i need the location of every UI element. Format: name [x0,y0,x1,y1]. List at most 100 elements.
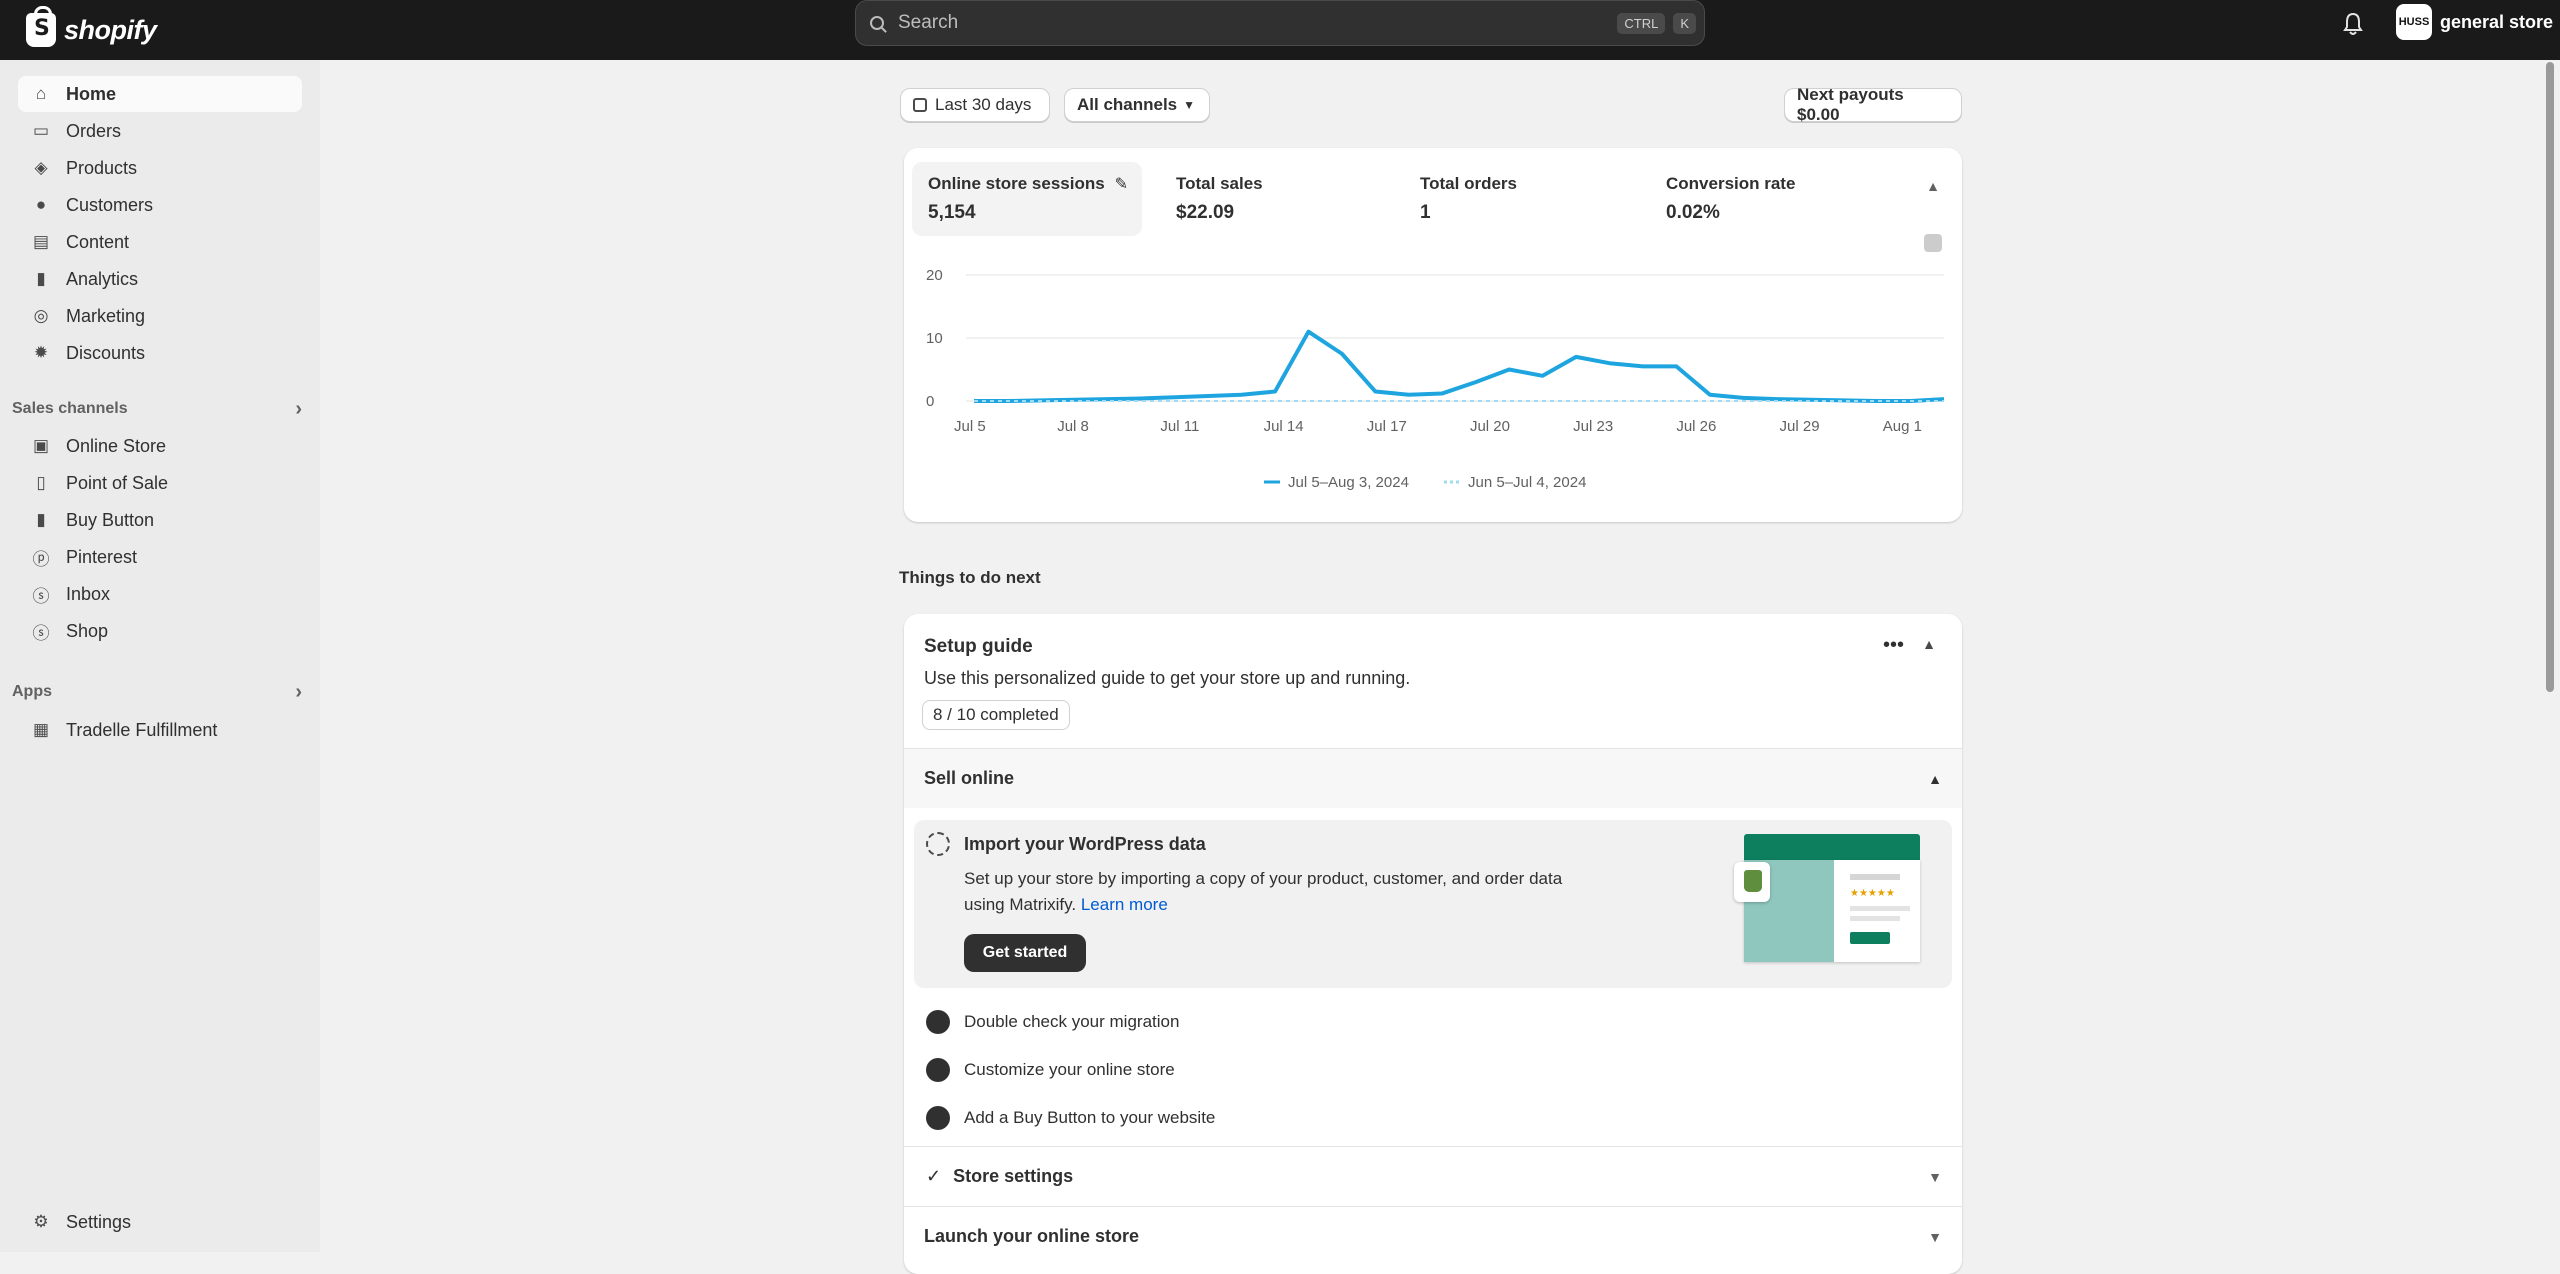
learn-more-link[interactable]: Learn more [1081,895,1168,914]
chevron-down-icon[interactable]: ▼ [1928,1229,1942,1245]
metric-label: Conversion rate [1666,174,1796,193]
metric-value: 0.02% [1666,202,1720,223]
get-started-button[interactable]: Get started [964,934,1086,972]
sidebar-item-content[interactable]: ▤ Content [18,224,302,260]
task-item[interactable]: Double check your migration [904,998,1962,1046]
sidebar-item-settings[interactable]: ⚙ Settings [18,1204,302,1240]
launch-store-title: Launch your online store [924,1226,1140,1246]
sidebar-item-label: Marketing [66,305,146,326]
target-icon: ◎ [33,306,49,325]
active-task-desc-text: Set up your store by importing a copy of… [964,869,1563,914]
sidebar-item-products[interactable]: ◈ Products [18,150,302,186]
sidebar-item-pinterest[interactable]: ⓟ Pinterest [18,539,302,575]
apps-header[interactable]: Apps › [12,677,302,707]
things-to-do-heading: Things to do next [899,568,1041,587]
payouts-button[interactable]: Next payouts $0.00 [1784,85,1962,124]
sidebar-item-analytics[interactable]: ▮ Analytics [18,261,302,297]
sidebar-item-label: Buy Button [66,509,155,530]
metric-conversion-rate[interactable]: Conversion rate 0.02% [1650,162,1880,236]
sell-online-section[interactable]: Sell online ▲ [904,748,1962,808]
metric-total-sales[interactable]: Total sales $22.09 [1160,162,1390,236]
legend-label: Jun 5–Jul 4, 2024 [1468,474,1586,491]
legend-label: Jul 5–Aug 3, 2024 [1288,474,1409,491]
date-range-button[interactable]: Last 30 days [900,88,1050,122]
sidebar-item-home[interactable]: ⌂ Home [18,76,302,112]
chevron-down-icon[interactable]: ▼ [1928,1169,1942,1185]
gear-icon: ⚙ [33,1212,49,1231]
chart-type-icon[interactable] [1924,234,1942,252]
metric-label: Total orders [1420,174,1517,193]
sales-channels-label: Sales channels [12,400,128,417]
date-range-label: Last 30 days [935,95,1032,114]
store-avatar: HUSS [2396,4,2432,40]
active-task[interactable]: Import your WordPress data Set up your s… [914,820,1952,988]
metric-sessions[interactable]: Online store sessions 5,154 ✎ [912,162,1142,236]
store-settings-section[interactable]: ✓ Store settings ▼ [904,1146,1962,1206]
sell-online-title: Sell online [924,768,1015,788]
analytics-card: Online store sessions 5,154 ✎ Total sale… [904,148,1962,522]
shortcut-k: K [1673,12,1696,34]
x-tick-label: Jul 23 [1573,418,1613,435]
sidebar-item-buy-button[interactable]: ▮ Buy Button [18,502,302,538]
pencil-icon[interactable]: ✎ [1115,174,1128,194]
sidebar-item-shop[interactable]: ⓢ Shop [18,613,302,649]
sidebar-item-label: Products [66,157,138,178]
metric-total-orders[interactable]: Total orders 1 [1404,162,1634,236]
shortcut-ctrl: CTRL [1617,12,1666,34]
sidebar-item-online-store[interactable]: ▣ Online Store [18,428,302,464]
sidebar-item-label: Analytics [66,268,139,289]
y-tick-label: 0 [926,393,934,410]
sidebar-item-label: Settings [66,1211,132,1232]
sales-channels-header[interactable]: Sales channels › [12,394,302,424]
bell-icon[interactable] [2343,12,2363,36]
app-icon: ▦ [32,720,50,739]
metric-value: 5,154 [928,202,976,223]
pos-icon: ▯ [36,473,46,492]
pinterest-icon: ⓟ [32,549,50,569]
dashed-circle-icon [926,832,950,856]
x-tick-label: Jul 26 [1676,418,1716,435]
x-tick-label: Jul 11 [1160,418,1199,435]
x-tick-label: Jul 5 [954,418,986,435]
sidebar-item-label: Shop [66,620,109,641]
y-tick-label: 10 [926,330,943,347]
sidebar-item-label: Orders [66,120,122,141]
x-tick-label: Jul 8 [1057,418,1089,435]
sidebar-item-discounts[interactable]: ✹ Discounts [18,335,302,371]
chevron-up-icon[interactable]: ▲ [1922,636,1936,652]
shopify-logo[interactable]: shopify [26,6,157,52]
sidebar-item-label: Content [66,231,130,252]
sidebar: ⌂ Home ▭ Orders ◈ Products ● Customers ▤… [0,60,320,1252]
metric-label: Online store sessions [928,174,1105,193]
chevron-up-icon[interactable]: ▲ [1926,178,1940,194]
task-item[interactable]: Customize your online store [904,1046,1962,1094]
channel-filter-label: All channels [1077,95,1178,114]
chevron-down-icon: ▼ [1183,98,1196,112]
metric-label: Total sales [1176,174,1263,193]
task-item[interactable]: Add a Buy Button to your website [904,1094,1962,1142]
sidebar-item-tradelle[interactable]: ▦ Tradelle Fulfillment [18,712,302,748]
task-circle-icon [926,1106,950,1130]
task-label: Double check your migration [964,1012,1180,1031]
sidebar-item-point-of-sale[interactable]: ▯ Point of Sale [18,465,302,501]
scrollbar-thumb[interactable] [2546,62,2554,692]
sidebar-item-orders[interactable]: ▭ Orders [18,113,302,149]
inbox-icon: ▭ [32,121,50,140]
more-options-icon[interactable]: ••• [1883,634,1904,657]
search-bar[interactable]: CTRL K [855,0,1705,46]
store-name: general store [2440,11,2554,32]
sidebar-item-label: Tradelle Fulfillment [66,719,218,740]
setup-guide-desc: Use this personalized guide to get your … [924,668,1411,688]
sidebar-item-inbox[interactable]: ⓢ Inbox [18,576,302,612]
chevron-up-icon[interactable]: ▲ [1928,771,1942,787]
launch-store-section[interactable]: Launch your online store ▼ [904,1206,1962,1266]
chevron-right-icon: › [295,680,302,703]
search-input[interactable] [896,11,1618,35]
sidebar-item-customers[interactable]: ● Customers [18,187,302,223]
tag-icon: ◈ [34,158,48,177]
sidebar-item-marketing[interactable]: ◎ Marketing [18,298,302,334]
store-menu[interactable]: HUSS general store [2396,4,2553,40]
brand-name: shopify [64,14,157,45]
channel-filter-button[interactable]: All channels ▼ [1064,88,1210,122]
buy-button-icon: ▮ [36,510,46,529]
